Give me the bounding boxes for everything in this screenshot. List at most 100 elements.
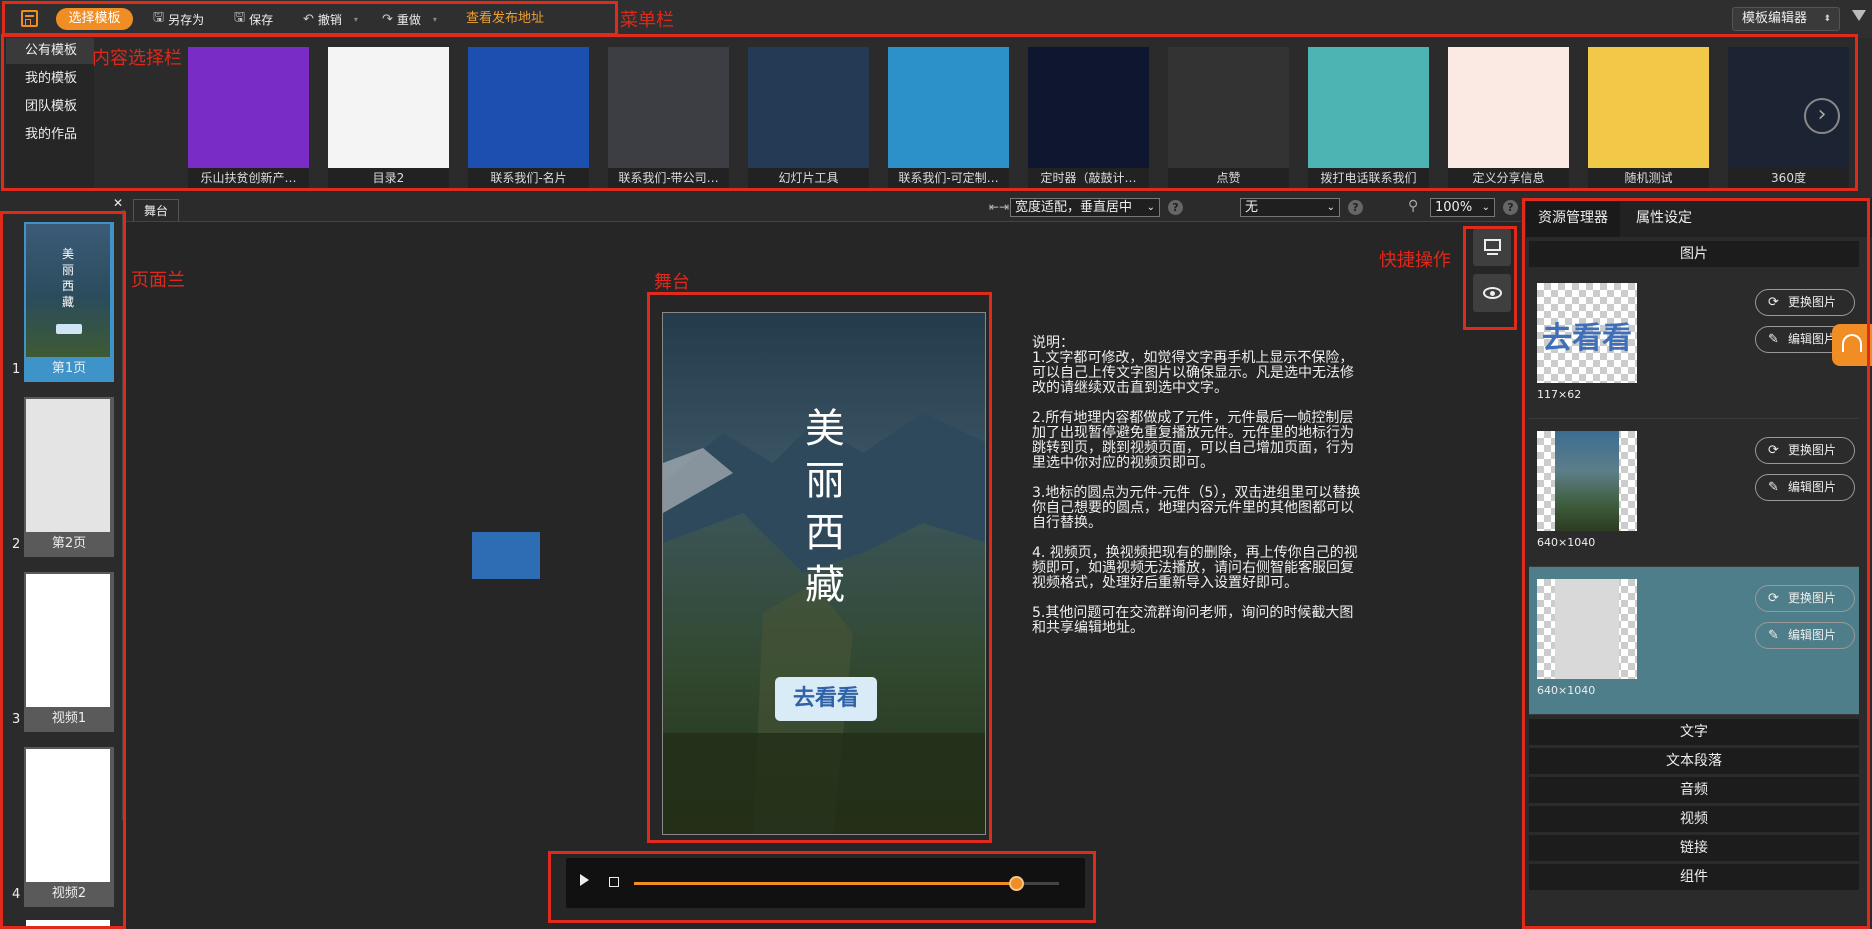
save-as-button[interactable]: 🖫 另存为 — [153, 8, 204, 30]
chevron-down-icon: ⌄ — [1146, 202, 1155, 213]
progress-knob[interactable] — [1008, 876, 1024, 891]
stage-phone-canvas[interactable]: 美 丽 西 藏 去看看 — [662, 312, 986, 835]
asset-preview-text: 去看看 — [1542, 321, 1632, 356]
replace-image-button[interactable]: ⟳ 更换图片 — [1755, 437, 1855, 464]
undo-button[interactable]: ↶ 撤销 ▾ — [303, 8, 358, 30]
menu-bar: 选择模板 🖫 另存为 🖫 保存 ↶ 撤销 ▾ ↷ 重做 ▾ 查看发布地址 模板编… — [0, 0, 1872, 38]
editor-mode-value: 模板编辑器 — [1742, 11, 1808, 26]
asset-thumbnail: 去看看 — [1537, 283, 1637, 383]
section-video[interactable]: 视频 — [1529, 806, 1859, 832]
section-text[interactable]: 文字 — [1529, 719, 1859, 745]
editor-mode-select[interactable]: 模板编辑器 ⬍ — [1732, 7, 1840, 31]
select-template-button[interactable]: 选择模板 — [56, 8, 133, 30]
page-preview-button — [56, 324, 82, 334]
preview-eye-button[interactable] — [1473, 274, 1511, 312]
progress-fill — [634, 882, 1017, 885]
asset-item[interactable]: 去看看 117×62 ⟳ 更换图片 ✎ 编辑图片 — [1529, 271, 1859, 419]
template-thumb[interactable]: 幻灯片工具 — [748, 47, 869, 188]
replace-image-button[interactable]: ⟳ 更换图片 — [1755, 289, 1855, 316]
phone-title[interactable]: 美 丽 西 藏 — [799, 403, 851, 611]
help-icon[interactable]: ? — [1168, 200, 1183, 215]
redo-button[interactable]: ↷ 重做 ▾ — [382, 8, 437, 30]
refresh-icon: ⟳ — [1768, 591, 1779, 606]
page-thumb-2[interactable]: 第2页 — [24, 397, 114, 557]
template-preview — [1588, 47, 1709, 168]
title-char: 西 — [805, 510, 845, 556]
asset-item[interactable]: 640×1040 ⟳ 更换图片 ✎ 编辑图片 — [1529, 419, 1859, 567]
page-preview — [26, 749, 110, 882]
go-see-button[interactable]: 去看看 — [775, 677, 877, 721]
template-label: 定义分享信息 — [1448, 168, 1569, 188]
category-works[interactable]: 我的作品 — [6, 122, 94, 148]
eye-pupil — [1490, 291, 1495, 296]
edit-image-button[interactable]: ✎ 编辑图片 — [1755, 622, 1855, 649]
template-thumb[interactable]: 联系我们-可定制… — [888, 47, 1009, 188]
section-images[interactable]: 图片 — [1529, 241, 1859, 267]
desktop-preview-button[interactable] — [1473, 228, 1511, 266]
fit-mode-select[interactable]: 宽度适配，垂直居中 ⌄ — [1010, 198, 1160, 217]
section-paragraph[interactable]: 文本段落 — [1529, 748, 1859, 774]
template-thumb[interactable]: 定义分享信息 — [1448, 47, 1569, 188]
page-thumb-4[interactable]: 视频2 — [24, 747, 114, 907]
app-logo-icon[interactable] — [21, 10, 38, 27]
help-icon[interactable]: ? — [1348, 200, 1363, 215]
stage-blue-element[interactable] — [472, 532, 540, 579]
brush-icon: ✎ — [1768, 332, 1779, 347]
page-thumb-5-partial[interactable] — [26, 920, 110, 929]
redo-icon: ↷ — [382, 11, 393, 27]
section-audio[interactable]: 音频 — [1529, 777, 1859, 803]
page-label: 视频2 — [51, 886, 87, 901]
collapse-triangle-icon[interactable] — [1852, 10, 1866, 21]
category-team[interactable]: 团队模板 — [6, 94, 94, 120]
page-thumb-3[interactable]: 视频1 — [24, 572, 114, 732]
customer-support-button[interactable] — [1832, 324, 1872, 366]
template-preview — [1308, 47, 1429, 168]
redo-dropdown-icon[interactable]: ▾ — [433, 15, 437, 24]
template-thumb[interactable]: 乐山扶贫创新产… — [188, 47, 309, 188]
tab-properties[interactable]: 属性设定 — [1620, 199, 1708, 237]
template-thumb[interactable]: 联系我们-带公司… — [608, 47, 729, 188]
category-public[interactable]: 公有模板 — [6, 38, 94, 64]
page-number: 3 — [12, 712, 21, 727]
tab-stage[interactable]: 舞台 — [133, 199, 179, 221]
page-preview: 美丽西藏 — [26, 224, 110, 357]
effect-select[interactable]: 无 ⌄ — [1240, 198, 1340, 217]
replace-image-button[interactable]: ⟳ 更换图片 — [1755, 585, 1855, 612]
page-thumb-1[interactable]: 美丽西藏 第1页 — [24, 222, 114, 382]
quick-operations — [1470, 226, 1513, 323]
asset-item-selected[interactable]: 640×1040 ⟳ 更换图片 ✎ 编辑图片 — [1529, 567, 1859, 715]
template-label: 幻灯片工具 — [748, 168, 869, 188]
tab-resource-manager[interactable]: 资源管理器 — [1526, 199, 1620, 237]
template-thumb[interactable]: 目录2 — [328, 47, 449, 188]
template-preview — [188, 47, 309, 168]
content-selection-bar: 公有模板 我的模板 团队模板 我的作品 乐山扶贫创新产… 目录2 联系我们-名片 联系… — [0, 38, 1872, 190]
template-thumb[interactable]: 定时器（敲鼓计… — [1028, 47, 1149, 188]
save-button[interactable]: 🖫 保存 — [234, 8, 273, 30]
category-mine[interactable]: 我的模板 — [6, 66, 94, 92]
asset-dimensions: 640×1040 — [1537, 684, 1596, 697]
page-bar: ✕ 1 美丽西藏 第1页 2 第2页 3 视频1 4 视频2 — [0, 192, 125, 929]
template-thumb[interactable]: 随机测试 — [1588, 47, 1709, 188]
stop-icon[interactable] — [609, 877, 619, 887]
undo-dropdown-icon[interactable]: ▾ — [354, 15, 358, 24]
help-icon[interactable]: ? — [1503, 200, 1518, 215]
preview-player — [566, 858, 1085, 908]
description-paragraph: 说明： 1.文字都可修改，如觉得文字再手机上显示不保险，可以自己上传文字图片以确… — [1032, 336, 1362, 396]
replace-image-label: 更换图片 — [1788, 443, 1837, 457]
template-thumb[interactable]: 点赞 — [1168, 47, 1289, 188]
next-templates-arrow-icon[interactable]: › — [1804, 98, 1840, 134]
play-icon[interactable] — [580, 874, 589, 886]
section-link[interactable]: 链接 — [1529, 835, 1859, 861]
template-label: 目录2 — [328, 168, 449, 188]
replace-image-label: 更换图片 — [1788, 295, 1837, 309]
edit-image-button[interactable]: ✎ 编辑图片 — [1755, 474, 1855, 501]
monitor-stand — [1487, 253, 1498, 255]
page-label: 第2页 — [51, 536, 87, 551]
undo-label: 撤销 — [317, 12, 342, 27]
section-component[interactable]: 组件 — [1529, 864, 1859, 890]
zoom-select[interactable]: 100% ⌄ — [1430, 198, 1495, 217]
template-thumb[interactable]: 联系我们-名片 — [468, 47, 589, 188]
view-publish-link[interactable]: 查看发布地址 — [466, 8, 544, 30]
close-pagebar-icon[interactable]: ✕ — [113, 196, 123, 210]
template-thumb[interactable]: 拨打电话联系我们 — [1308, 47, 1429, 188]
